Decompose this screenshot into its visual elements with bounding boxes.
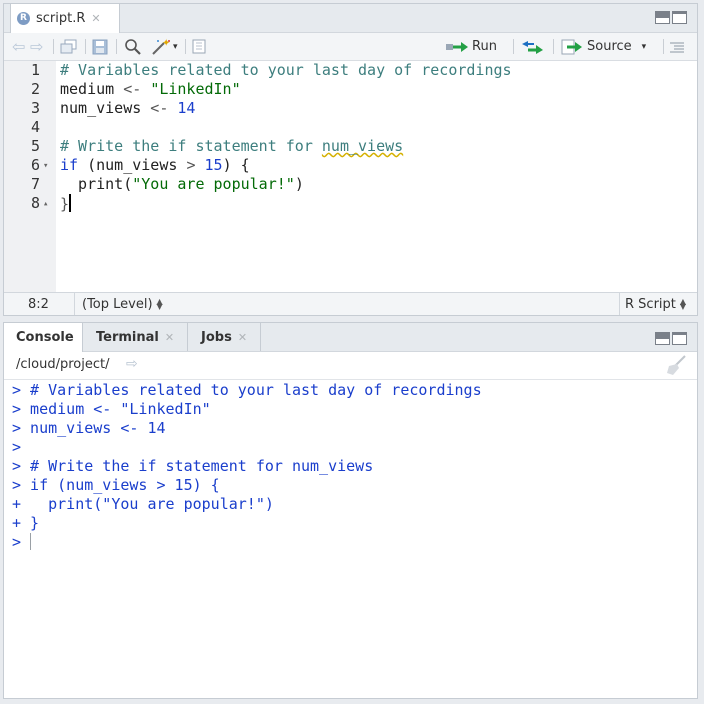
code-line-3: num_views <- 14 <box>60 99 196 117</box>
scope-label: (Top Level) <box>82 296 153 312</box>
line-number: 5 <box>30 137 40 155</box>
filetype-label: R Script <box>625 296 676 312</box>
magic-wand-icon[interactable]: ✦ ▾ <box>150 37 178 56</box>
minimize-pane-icon[interactable] <box>655 11 670 24</box>
document-outline-icon[interactable] <box>670 37 684 56</box>
close-tab-icon[interactable]: ✕ <box>238 331 247 344</box>
code-line-8: } <box>60 194 72 213</box>
console-line: > # Variables related to your last day o… <box>12 381 482 399</box>
console-line: > num_views <- 14 <box>12 419 166 437</box>
compile-report-icon[interactable] <box>192 37 206 56</box>
r-file-icon: R <box>17 12 30 25</box>
rerun-button[interactable] <box>520 37 544 56</box>
tab-console-label: Console <box>16 330 74 345</box>
source-button[interactable]: Source ▾ <box>561 37 646 56</box>
goto-directory-icon[interactable]: ⇨ <box>126 356 138 372</box>
filetype-selector[interactable]: R Script ▲ ▼ <box>625 293 686 315</box>
line-number: 2 <box>30 80 40 98</box>
console-line: > # Write the if statement for num_views <box>12 457 374 475</box>
code-line-5: # Write the if statement for num_views <box>60 137 404 155</box>
line-number: 6 ▾ <box>30 156 49 174</box>
run-label: Run <box>472 39 497 54</box>
run-button[interactable]: Run <box>446 37 497 56</box>
line-number: 3 <box>30 99 40 117</box>
updown-icon: ▲ ▼ <box>679 297 687 311</box>
console-line: > medium <- "LinkedIn" <box>12 400 211 418</box>
editor-toolbar: ⇦ ⇨ ✦ ▾ Run Source ▾ <box>4 33 697 61</box>
source-editor-pane: R script.R ✕ ⇦ ⇨ ✦ ▾ Run Source ▾ 1 2 3 … <box>3 3 698 316</box>
code-line-1: # Variables related to your last day of … <box>60 61 512 79</box>
window-controls <box>655 11 687 24</box>
console-cursor <box>30 533 32 550</box>
code-area[interactable]: # Variables related to your last day of … <box>60 61 697 294</box>
maximize-pane-icon[interactable] <box>672 11 687 24</box>
scope-selector[interactable]: (Top Level) ▲ ▼ <box>82 293 163 315</box>
console-output[interactable]: > # Variables related to your last day o… <box>4 380 697 698</box>
svg-text:✦: ✦ <box>162 38 170 49</box>
working-directory-path[interactable]: /cloud/project/ <box>16 357 109 372</box>
show-in-window-icon[interactable] <box>60 37 77 56</box>
console-line: + print("You are popular!") <box>12 495 274 513</box>
search-icon[interactable] <box>124 37 141 56</box>
fold-end-icon[interactable]: ▴ <box>43 199 48 209</box>
console-tab-bar: Console Terminal ✕ Jobs ✕ <box>4 323 697 352</box>
code-line-6: if (num_views > 15) { <box>60 156 250 174</box>
line-number: 4 <box>30 118 40 136</box>
tab-script-r[interactable]: R script.R ✕ <box>10 4 120 33</box>
minimize-pane-icon[interactable] <box>655 332 670 345</box>
console-line: + } <box>12 514 40 532</box>
close-tab-icon[interactable]: ✕ <box>91 12 100 25</box>
editor-tab-bar: R script.R ✕ <box>4 4 697 33</box>
close-tab-icon[interactable]: ✕ <box>165 331 174 344</box>
console-prompt: > <box>12 533 31 551</box>
forward-arrow-icon[interactable]: ⇨ <box>30 37 43 56</box>
clear-console-icon[interactable] <box>665 354 687 380</box>
editor-status-bar: 8:2 (Top Level) ▲ ▼ R Script ▲ ▼ <box>4 292 697 315</box>
window-controls <box>655 332 687 345</box>
tab-jobs-label: Jobs <box>201 329 232 345</box>
console-pane: Console Terminal ✕ Jobs ✕ /cloud/project… <box>3 322 698 699</box>
line-number: 7 <box>30 175 40 193</box>
tab-jobs[interactable]: Jobs ✕ <box>189 323 261 351</box>
tab-label: script.R <box>36 11 86 26</box>
console-prompt-line[interactable]: > <box>12 533 32 552</box>
line-number: 1 <box>30 61 40 79</box>
code-line-7: print("You are popular!") <box>60 175 304 193</box>
line-number: 8 ▴ <box>30 194 49 212</box>
fold-collapse-icon[interactable]: ▾ <box>43 161 48 171</box>
back-arrow-icon[interactable]: ⇦ <box>12 37 25 56</box>
updown-icon: ▲ ▼ <box>156 297 163 311</box>
working-directory-bar: /cloud/project/ ⇨ <box>4 352 697 380</box>
tab-terminal[interactable]: Terminal ✕ <box>84 323 188 351</box>
source-label: Source <box>587 39 632 54</box>
save-icon[interactable] <box>92 37 108 56</box>
maximize-pane-icon[interactable] <box>672 332 687 345</box>
line-number-gutter: 1 2 3 4 5 6 ▾ 7 8 ▴ <box>4 61 56 294</box>
console-line: > <box>12 438 22 456</box>
tab-console[interactable]: Console <box>4 323 83 352</box>
console-line: > if (num_views > 15) { <box>12 476 220 494</box>
code-line-2: medium <- "LinkedIn" <box>60 80 241 98</box>
cursor-position: 8:2 <box>28 296 49 312</box>
tab-terminal-label: Terminal <box>96 329 159 345</box>
text-cursor <box>69 194 72 212</box>
source-dropdown-icon[interactable]: ▾ <box>642 42 647 52</box>
